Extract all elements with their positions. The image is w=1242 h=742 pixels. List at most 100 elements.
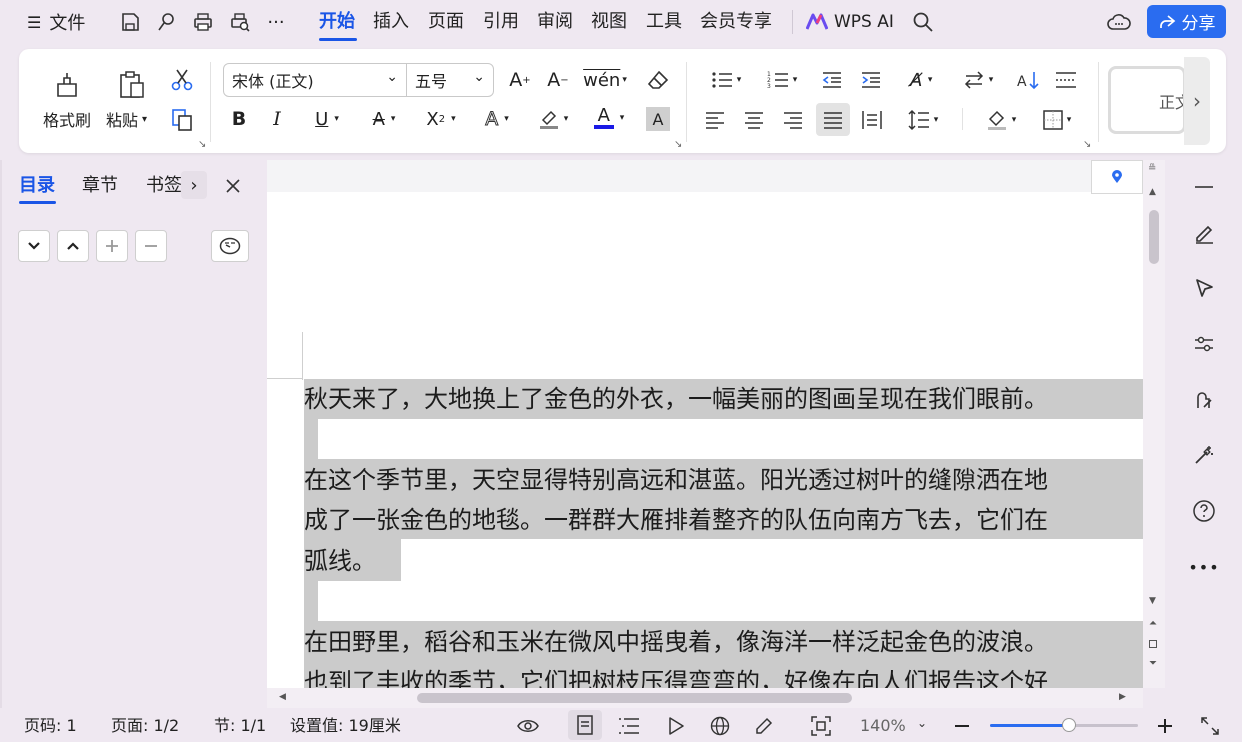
clipboard-expand-icon[interactable]: ↘ xyxy=(198,139,206,150)
paragraph-line[interactable]: 秋天来了，大地换上了金色的外衣，一幅美丽的图画呈现在我们眼前。 xyxy=(304,379,1048,419)
pen-edit-icon[interactable] xyxy=(1190,219,1218,247)
copy-icon[interactable] xyxy=(168,106,196,134)
play-icon[interactable] xyxy=(662,713,690,739)
toc-expand-button[interactable] xyxy=(57,230,89,262)
more-options-icon[interactable]: ••• xyxy=(1188,553,1218,581)
sort-icon[interactable]: A xyxy=(1014,66,1042,94)
location-pin-button[interactable] xyxy=(1091,160,1143,194)
paragraph-line[interactable]: 在这个季节里，天空显得特别高远和湛蓝。阳光透过树叶的缝隙洒在地 xyxy=(304,460,1048,500)
select-browse-object-icon[interactable] xyxy=(1149,640,1157,648)
paragraph-line[interactable]: 成了一张金色的地毯。一群群大雁排着整齐的队伍向南方飞去，它们在 xyxy=(304,500,1048,540)
line-spacing-icon[interactable]: ▾ xyxy=(900,106,946,134)
zoom-level[interactable]: 140% xyxy=(860,716,906,736)
tab-membership[interactable]: 会员专享 xyxy=(700,8,772,36)
outline-view-icon[interactable] xyxy=(615,713,643,739)
next-page-icon[interactable]: ⏷ xyxy=(1149,658,1157,669)
align-center-icon[interactable] xyxy=(740,106,768,134)
nav-tab-bookmarks[interactable]: 书签 xyxy=(146,172,184,200)
scroll-right-icon[interactable]: ▶ xyxy=(1119,692,1126,702)
zoom-slider-handle[interactable] xyxy=(1062,718,1076,732)
increase-font-size-icon[interactable]: A + xyxy=(506,66,534,94)
toc-settings-button[interactable] xyxy=(211,230,249,262)
print-preview-icon[interactable] xyxy=(226,8,254,36)
document-page[interactable]: 秋天来了，大地换上了金色的外衣，一幅美丽的图画呈现在我们眼前。 在这个季节里，天… xyxy=(267,192,1143,708)
font-name-select[interactable]: 宋体 (正文) ⌄ xyxy=(223,63,407,97)
justify-icon[interactable] xyxy=(816,103,850,136)
ai-writing-icon[interactable] xyxy=(1190,386,1218,414)
phonetic-guide-icon[interactable]: wén ▾ xyxy=(583,66,627,94)
status-setting-value[interactable]: 设置值: 19厘米 xyxy=(290,716,401,736)
paragraph-line[interactable]: 弧线。 xyxy=(304,541,376,581)
save-icon[interactable] xyxy=(116,8,144,36)
nav-tabs-next-icon[interactable]: › xyxy=(181,171,207,199)
paste-icon[interactable] xyxy=(115,68,149,102)
decrease-font-size-icon[interactable]: A − xyxy=(544,66,572,94)
font-expand-icon[interactable]: ↘ xyxy=(674,139,682,150)
rtl-direction-icon[interactable]: ▾ xyxy=(956,66,1000,94)
format-painter-button[interactable]: 格式刷 xyxy=(38,108,96,130)
cloud-sync-icon[interactable] xyxy=(1105,8,1133,36)
format-painter-icon[interactable] xyxy=(50,68,84,102)
select-cursor-icon[interactable] xyxy=(1190,274,1218,302)
align-right-icon[interactable] xyxy=(779,106,807,134)
bold-icon[interactable]: B xyxy=(226,106,252,132)
decrease-indent-icon[interactable] xyxy=(818,66,846,94)
scroll-left-icon[interactable]: ◀ xyxy=(279,692,286,702)
character-shading-icon[interactable]: A xyxy=(646,107,670,131)
search-icon[interactable] xyxy=(909,8,937,36)
status-page-code[interactable]: 页码: 1 xyxy=(24,716,77,736)
sliders-icon[interactable] xyxy=(1190,330,1218,358)
show-hide-marks-icon[interactable] xyxy=(1052,66,1080,94)
clear-formatting-icon[interactable] xyxy=(644,66,672,94)
font-size-select[interactable]: 五号 ⌄ xyxy=(406,63,494,97)
tab-view[interactable]: 视图 xyxy=(591,8,627,36)
zoom-out-icon[interactable] xyxy=(950,713,974,739)
wps-ai-button[interactable]: WPS AI xyxy=(806,8,894,36)
superscript-icon[interactable]: X 2 ▾ xyxy=(418,106,464,132)
paragraph-expand-icon[interactable]: ↘ xyxy=(1083,139,1091,150)
toc-remove-button[interactable] xyxy=(135,230,167,262)
shading-icon[interactable]: ▾ xyxy=(978,106,1024,134)
numbered-list-icon[interactable]: 1 2 3 ▾ xyxy=(760,66,804,94)
increase-indent-icon[interactable] xyxy=(857,66,885,94)
page-view-icon[interactable] xyxy=(568,710,602,740)
nav-tab-chapters[interactable]: 章节 xyxy=(82,172,118,200)
scroll-down-icon[interactable]: ▼ xyxy=(1149,596,1156,606)
nav-tab-toc[interactable]: 目录 xyxy=(19,172,55,200)
tab-references[interactable]: 引用 xyxy=(483,8,519,36)
style-gallery-normal[interactable]: 正文 xyxy=(1108,66,1186,134)
horizontal-scroll-thumb[interactable] xyxy=(417,693,852,703)
file-menu-button[interactable]: ☰ 文件 xyxy=(27,8,85,36)
help-icon[interactable] xyxy=(1190,497,1218,525)
status-section[interactable]: 节: 1/1 xyxy=(214,716,266,736)
print-icon[interactable] xyxy=(189,8,217,36)
bullet-list-icon[interactable]: ▾ xyxy=(704,66,748,94)
tab-home[interactable]: 开始 xyxy=(319,8,355,36)
cut-icon[interactable] xyxy=(168,66,196,94)
tab-page[interactable]: 页面 xyxy=(428,8,464,36)
strikethrough-icon[interactable]: A ▾ xyxy=(362,106,406,132)
underline-icon[interactable]: U ▾ xyxy=(305,106,349,132)
tab-insert[interactable]: 插入 xyxy=(373,8,409,36)
style-gallery-next-button[interactable]: › xyxy=(1184,57,1210,145)
share-button[interactable]: 分享 xyxy=(1147,5,1226,38)
eye-protection-icon[interactable] xyxy=(514,713,542,739)
split-view-icon[interactable]: ≞ xyxy=(1148,164,1156,174)
borders-icon[interactable]: ▾ xyxy=(1034,106,1080,134)
tab-review[interactable]: 审阅 xyxy=(537,8,573,36)
status-page-count[interactable]: 页面: 1/2 xyxy=(111,716,179,736)
chevron-down-icon[interactable]: ⌄ xyxy=(917,716,927,730)
toc-collapse-button[interactable] xyxy=(18,230,50,262)
paste-button[interactable]: 粘贴 ▾ xyxy=(106,108,147,130)
font-color-icon[interactable]: A ▾ xyxy=(586,104,632,132)
previous-page-icon[interactable]: ⏶ xyxy=(1149,618,1157,629)
highlight-color-icon[interactable]: ▾ xyxy=(530,106,576,132)
zoom-in-icon[interactable] xyxy=(1153,713,1177,739)
document-canvas[interactable]: 秋天来了，大地换上了金色的外衣，一幅美丽的图画呈现在我们眼前。 在这个季节里，天… xyxy=(267,160,1143,708)
share-link-icon[interactable] xyxy=(152,8,180,36)
italic-icon[interactable]: I xyxy=(264,106,290,132)
vertical-scroll-thumb[interactable] xyxy=(1149,210,1159,264)
web-view-icon[interactable] xyxy=(706,713,734,739)
more-icon[interactable]: ··· xyxy=(262,8,290,36)
horizontal-scrollbar[interactable]: ◀ ▶ xyxy=(267,688,1143,708)
